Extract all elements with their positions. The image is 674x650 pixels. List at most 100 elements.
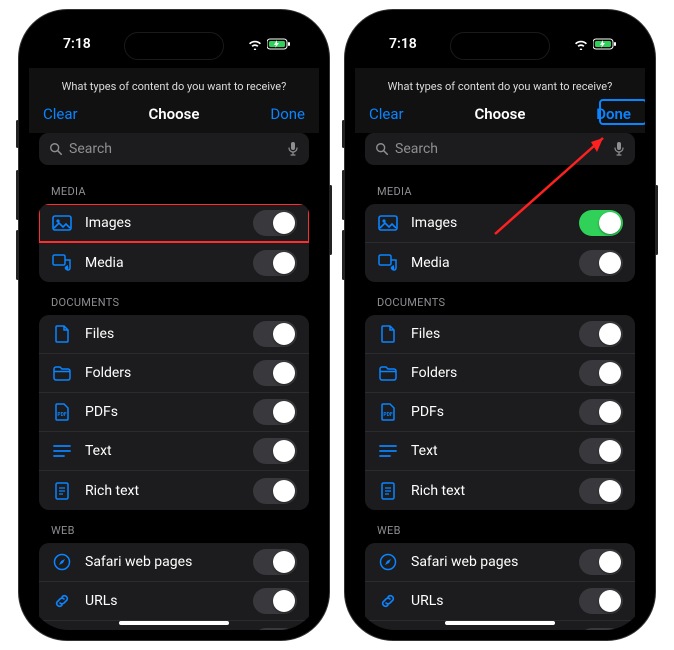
- row-label: Rich text: [85, 483, 253, 499]
- toggle-files[interactable]: [253, 321, 297, 347]
- toggle-urls[interactable]: [253, 588, 297, 614]
- section-header-documents: DOCUMENTS: [365, 282, 635, 315]
- row-label: Folders: [411, 365, 579, 381]
- toggle-text[interactable]: [253, 438, 297, 464]
- row-label: Text: [85, 443, 253, 459]
- section-header-web: WEB: [365, 510, 635, 543]
- safari-icon: [51, 551, 73, 573]
- done-button[interactable]: Done: [596, 105, 631, 123]
- row-images[interactable]: Images: [365, 204, 635, 243]
- toggle-folders[interactable]: [253, 360, 297, 386]
- toggle-text[interactable]: [579, 438, 623, 464]
- section-header-documents: DOCUMENTS: [39, 282, 309, 315]
- row-text[interactable]: Text: [39, 432, 309, 471]
- toggle-safari[interactable]: [253, 549, 297, 575]
- toggle-richtext[interactable]: [253, 478, 297, 504]
- group-web: Safari web pages URLs Articles: [39, 543, 309, 630]
- row-text[interactable]: Text: [365, 432, 635, 471]
- content-list[interactable]: MEDIA Images Media DOCUMENTS Files: [355, 171, 645, 630]
- row-media[interactable]: Media: [365, 243, 635, 282]
- dynamic-island: [124, 32, 224, 60]
- photo-icon: [51, 212, 73, 234]
- row-label: Images: [411, 215, 579, 231]
- richtext-icon: [51, 480, 73, 502]
- section-header-media: MEDIA: [39, 171, 309, 204]
- toggle-pdfs[interactable]: [253, 399, 297, 425]
- search-field[interactable]: Search: [365, 133, 635, 165]
- row-folders[interactable]: Folders: [365, 354, 635, 393]
- row-label: Media: [85, 255, 253, 271]
- toggle-images[interactable]: [253, 210, 297, 236]
- row-urls[interactable]: URLs: [39, 582, 309, 621]
- section-header-media: MEDIA: [365, 171, 635, 204]
- row-folders[interactable]: Folders: [39, 354, 309, 393]
- row-images[interactable]: Images: [39, 204, 309, 243]
- prompt-text: What types of content do you want to rec…: [29, 68, 319, 101]
- row-label: Safari web pages: [85, 554, 253, 570]
- row-media[interactable]: Media: [39, 243, 309, 282]
- article-icon: [51, 630, 73, 631]
- section-header-web: WEB: [39, 510, 309, 543]
- home-indicator[interactable]: [445, 621, 555, 625]
- toggle-safari[interactable]: [579, 549, 623, 575]
- link-icon: [51, 590, 73, 612]
- search-placeholder: Search: [395, 141, 438, 157]
- clear-button[interactable]: Clear: [43, 105, 78, 123]
- row-safari[interactable]: Safari web pages: [365, 543, 635, 582]
- row-label: PDFs: [85, 404, 253, 420]
- row-files[interactable]: Files: [39, 315, 309, 354]
- toggle-pdfs[interactable]: [579, 399, 623, 425]
- text-icon: [377, 440, 399, 462]
- photo-icon: [377, 212, 399, 234]
- music-icon: [51, 252, 73, 274]
- phone-mockup-left: 7:18 What types of content do you want t…: [19, 10, 329, 640]
- phone-mockup-right: 7:18 What types of content do you want t…: [345, 10, 655, 640]
- group-media: Images Media: [39, 204, 309, 282]
- status-time: 7:18: [389, 36, 417, 52]
- search-field[interactable]: Search: [39, 133, 309, 165]
- toggle-media[interactable]: [579, 250, 623, 276]
- music-icon: [377, 252, 399, 274]
- group-web: Safari web pages URLs Articles: [365, 543, 635, 630]
- row-label: Files: [85, 326, 253, 342]
- row-urls[interactable]: URLs: [365, 582, 635, 621]
- nav-title: Choose: [474, 105, 525, 123]
- home-indicator[interactable]: [119, 621, 229, 625]
- toggle-urls[interactable]: [579, 588, 623, 614]
- battery-icon: [267, 38, 291, 50]
- row-safari[interactable]: Safari web pages: [39, 543, 309, 582]
- pdf-icon: PDF: [377, 401, 399, 423]
- row-pdfs[interactable]: PDF PDFs: [365, 393, 635, 432]
- folder-icon: [51, 362, 73, 384]
- svg-text:PDF: PDF: [383, 412, 392, 418]
- toggle-media[interactable]: [253, 250, 297, 276]
- text-icon: [51, 440, 73, 462]
- row-label: Text: [411, 443, 579, 459]
- toggle-files[interactable]: [579, 321, 623, 347]
- wifi-icon: [573, 38, 589, 50]
- mic-icon[interactable]: [613, 141, 625, 157]
- toggle-folders[interactable]: [579, 360, 623, 386]
- dynamic-island: [450, 32, 550, 60]
- toggle-richtext[interactable]: [579, 478, 623, 504]
- row-files[interactable]: Files: [365, 315, 635, 354]
- group-documents: Files Folders PDF PDFs Text: [365, 315, 635, 510]
- toggle-articles[interactable]: [253, 628, 297, 631]
- row-richtext[interactable]: Rich text: [365, 471, 635, 510]
- row-label: Rich text: [411, 483, 579, 499]
- row-label: URLs: [411, 593, 579, 609]
- row-pdfs[interactable]: PDF PDFs: [39, 393, 309, 432]
- content-list[interactable]: MEDIA Images Media DOCUMENTS: [29, 171, 319, 630]
- toggle-articles[interactable]: [579, 628, 623, 631]
- done-button[interactable]: Done: [270, 105, 305, 123]
- article-icon: [377, 630, 399, 631]
- mic-icon[interactable]: [287, 141, 299, 157]
- search-icon: [375, 142, 389, 156]
- row-label: Files: [411, 326, 579, 342]
- clear-button[interactable]: Clear: [369, 105, 404, 123]
- file-icon: [51, 323, 73, 345]
- row-label: Folders: [85, 365, 253, 381]
- toggle-images[interactable]: [579, 210, 623, 236]
- row-richtext[interactable]: Rich text: [39, 471, 309, 510]
- battery-icon: [593, 38, 617, 50]
